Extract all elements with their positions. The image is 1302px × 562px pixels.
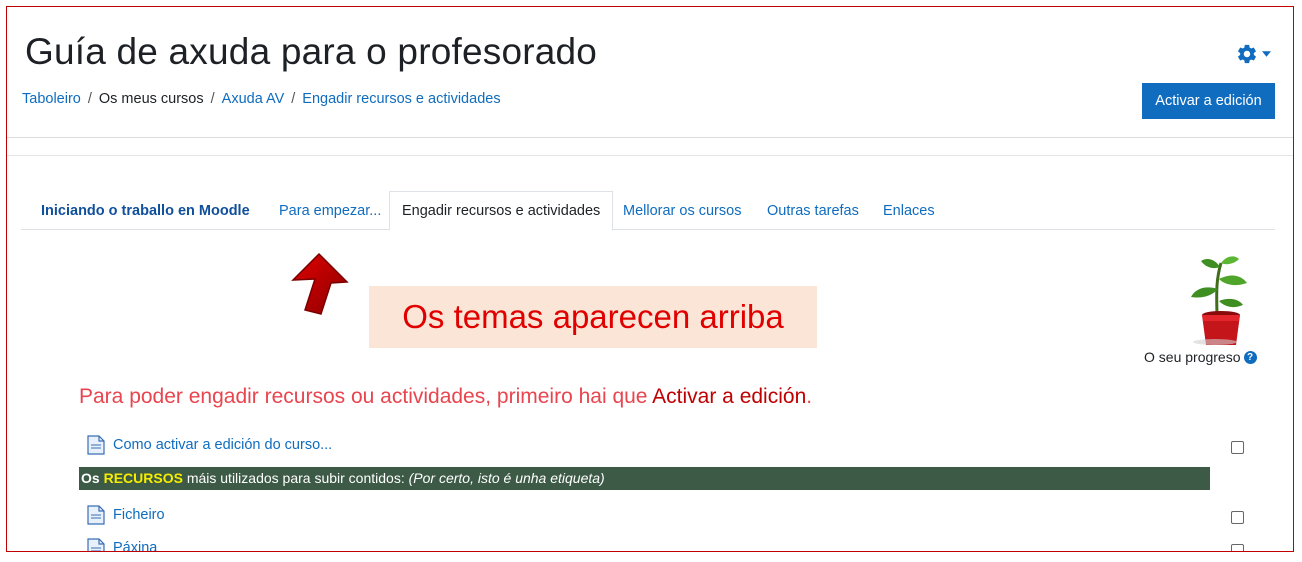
editing-notice: Para poder engadir recursos ou actividad…: [79, 385, 812, 409]
content-divider: [7, 155, 1293, 156]
breadcrumb-separator: /: [87, 91, 92, 107]
label-part1: Os: [81, 470, 104, 486]
label-highlight: RECURSOS: [103, 470, 183, 486]
caret-down-icon: [1262, 51, 1271, 57]
tab-mellorar-cursos[interactable]: Mellorar os cursos: [611, 191, 753, 230]
red-up-arrow-icon: [291, 252, 349, 315]
label-bar: Os RECURSOS máis utilizados para subir c…: [79, 467, 1210, 490]
file-icon: [87, 505, 105, 525]
completion-checkbox[interactable]: [1231, 511, 1244, 524]
activity-item[interactable]: Páxina: [87, 538, 157, 551]
notice-emphasis: Activar a edición: [652, 385, 807, 408]
tab-para-empezar[interactable]: Para empezar...: [267, 191, 393, 230]
activity-link[interactable]: Ficheiro: [113, 507, 165, 523]
settings-menu[interactable]: [1236, 41, 1276, 67]
plant-pot-icon: [1191, 256, 1247, 345]
tab-iniciando[interactable]: Iniciando o traballo en Moodle: [29, 191, 262, 230]
activity-link[interactable]: Páxina: [113, 540, 157, 551]
completion-checkbox[interactable]: [1231, 441, 1244, 454]
notice-prefix: Para poder engadir recursos ou actividad…: [79, 385, 653, 408]
label-part3: máis utilizados para subir contidos:: [182, 470, 409, 486]
activity-item[interactable]: Ficheiro: [87, 505, 165, 525]
tab-engadir-recursos[interactable]: Engadir recursos e actividades: [389, 191, 614, 231]
notice-suffix: .: [806, 385, 813, 408]
section-tabs: Iniciando o traballo en Moodle Para empe…: [21, 191, 1275, 231]
completion-checkbox[interactable]: [1231, 544, 1244, 551]
page-icon: [87, 538, 105, 551]
page-title: Guía de axuda para o profesorado: [25, 31, 598, 72]
question-circle-icon[interactable]: ?: [1243, 350, 1257, 364]
breadcrumb-course[interactable]: Axuda AV: [222, 91, 285, 107]
label-note: (Por certo, isto é unha etiqueta): [408, 470, 605, 486]
tab-outras-tarefas[interactable]: Outras tarefas: [755, 191, 871, 230]
annotation-callout: Os temas aparecen arriba: [369, 286, 817, 348]
header-divider: [7, 137, 1293, 138]
progress-label: O seu progreso ?: [1144, 349, 1257, 365]
activity-item[interactable]: Como activar a edición do curso...: [87, 435, 332, 455]
breadcrumb-dashboard[interactable]: Taboleiro: [22, 91, 81, 107]
page-icon: [87, 435, 105, 455]
page-frame: Guía de axuda para o profesorado Tabolei…: [6, 6, 1294, 552]
turn-editing-on-button[interactable]: Activar a edición: [1142, 83, 1275, 119]
breadcrumb: Taboleiro / Os meus cursos / Axuda AV / Engadi…: [22, 91, 501, 107]
breadcrumb-section[interactable]: Engadir recursos e actividades: [302, 91, 500, 107]
breadcrumb-separator: /: [291, 91, 296, 107]
gear-icon: [1238, 44, 1256, 64]
progress-text: O seu progreso: [1144, 349, 1241, 365]
activity-link[interactable]: Como activar a edición do curso...: [113, 437, 332, 453]
tab-enlaces[interactable]: Enlaces: [871, 191, 947, 230]
breadcrumb-separator: /: [210, 91, 215, 107]
breadcrumb-my-courses: Os meus cursos: [98, 91, 204, 107]
